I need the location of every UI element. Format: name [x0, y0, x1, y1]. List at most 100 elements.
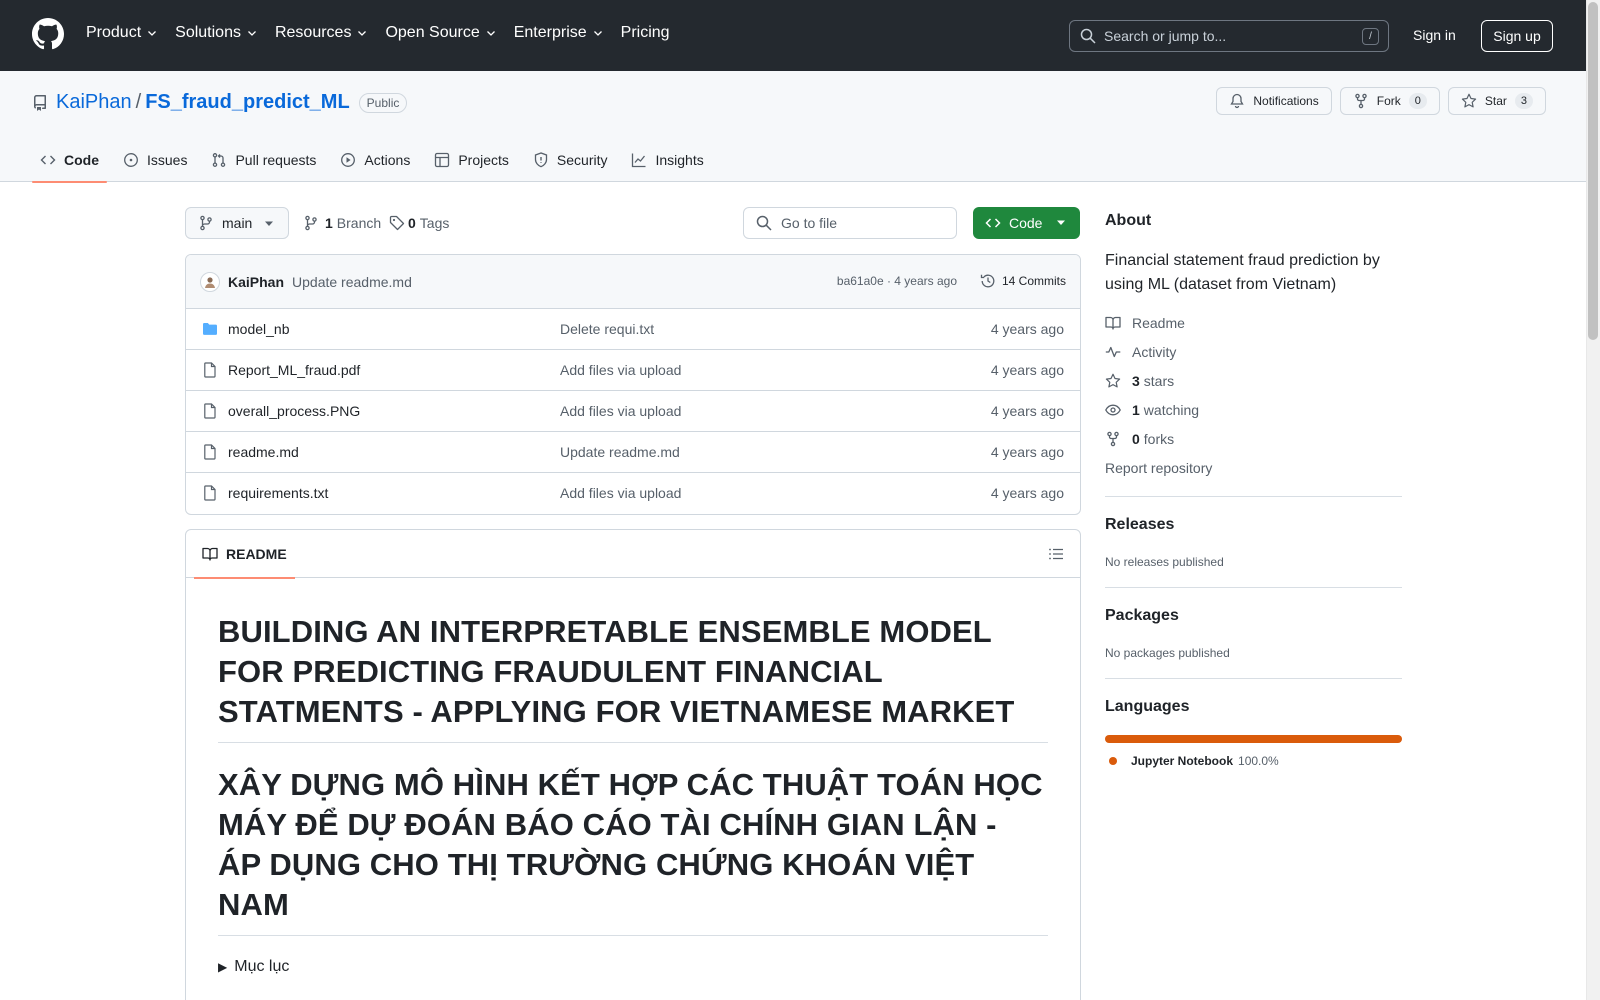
forks-label: forks [1143, 431, 1175, 447]
file-name-link[interactable]: readme.md [228, 444, 299, 460]
sign-up-button[interactable]: Sign up [1481, 20, 1553, 52]
nav-product[interactable]: Product [86, 24, 158, 42]
file-commit-message-link[interactable]: Update readme.md [560, 444, 680, 460]
tab-issues[interactable]: Issues [115, 138, 195, 182]
disclosure-triangle-icon: ▶ [218, 960, 228, 974]
nav-solutions[interactable]: Solutions [175, 24, 258, 42]
file-icon [204, 485, 216, 501]
tab-code[interactable]: Code [32, 138, 107, 183]
details-summary: Mục lục [234, 958, 290, 975]
readme-tab[interactable]: README [194, 530, 295, 579]
commit-hash-and-age[interactable]: ba61a0e · 4 years ago [837, 274, 957, 288]
nav-pricing[interactable]: Pricing [621, 24, 670, 42]
branch-selector-button[interactable]: main [185, 207, 289, 239]
file-age: 4 years ago [990, 321, 1064, 337]
tab-security[interactable]: Security [525, 138, 616, 182]
chevron-down-icon [148, 31, 157, 36]
repo-icon [34, 94, 46, 111]
releases-heading[interactable]: Releases [1105, 516, 1174, 534]
tab-projects[interactable]: Projects [426, 138, 517, 182]
code-dropdown-button[interactable]: Code [973, 207, 1080, 239]
page-scrollbar[interactable] [1586, 0, 1600, 1000]
star-button[interactable]: Star 3 [1447, 87, 1546, 115]
table-row: readme.md Update readme.md 4 years ago [186, 432, 1080, 473]
forks-link[interactable]: 0 forks [1105, 431, 1174, 447]
tags-link[interactable]: 0 Tags [389, 215, 449, 231]
latest-commit-bar: KaiPhan Update readme.md ba61a0e · 4 yea… [186, 255, 1080, 309]
readme-link[interactable]: Readme [1105, 315, 1185, 331]
star-label: Star [1484, 94, 1507, 108]
nav-enterprise[interactable]: Enterprise [514, 24, 604, 42]
issue-icon [124, 153, 138, 167]
history-icon [980, 274, 995, 288]
tag-label: Tags [419, 215, 450, 231]
star-icon [1461, 93, 1477, 108]
table-row: requirements.txt Add files via upload 4 … [186, 473, 1080, 514]
repo-title: KaiPhan / FS_fraud_predict_ML Public [32, 91, 408, 114]
code-icon [985, 218, 1001, 228]
file-name-link[interactable]: model_nb [228, 321, 290, 337]
star-icon [1105, 373, 1121, 388]
git-branch-icon [200, 215, 212, 231]
file-name-link[interactable]: requirements.txt [228, 485, 328, 501]
file-icon [204, 362, 216, 378]
star-count: 3 [1514, 93, 1533, 109]
scrollbar-thumb[interactable] [1588, 2, 1598, 340]
fork-icon [1107, 431, 1119, 447]
branch-label: Branch [336, 215, 382, 231]
tag-count: 0 [408, 215, 416, 231]
repo-owner-link[interactable]: KaiPhan [56, 91, 132, 114]
file-commit-message-link[interactable]: Add files via upload [560, 403, 681, 419]
packages-heading[interactable]: Packages [1105, 607, 1179, 625]
file-commit-message-link[interactable]: Add files via upload [560, 362, 681, 378]
activity-link[interactable]: Activity [1105, 344, 1176, 360]
pull-request-icon [213, 153, 226, 167]
list-unordered-icon[interactable] [1048, 546, 1064, 562]
table-of-contents-toggle[interactable]: ▶ Mục lục [218, 958, 1048, 976]
readme-heading-english: BUILDING AN INTERPRETABLE ENSEMBLE MODEL… [218, 612, 1048, 743]
nav-resources[interactable]: Resources [275, 24, 368, 42]
table-row: Report_ML_fraud.pdf Add files via upload… [186, 350, 1080, 391]
fork-button[interactable]: Fork 0 [1339, 87, 1440, 115]
commit-message-link[interactable]: Update readme.md [292, 274, 412, 290]
github-logo-icon[interactable] [32, 18, 64, 50]
language-item[interactable]: Jupyter Notebook 100.0% [1109, 754, 1279, 768]
repo-description: Financial statement fraud prediction by … [1105, 252, 1380, 293]
repo-header: KaiPhan / FS_fraud_predict_ML Public Not… [0, 71, 1586, 183]
tab-actions[interactable]: Actions [332, 138, 418, 182]
commits-history-link[interactable]: 14 Commits [980, 273, 1066, 289]
readme-tabbar: README [186, 530, 1080, 579]
stargazers-link[interactable]: 3 stars [1105, 373, 1174, 389]
avatar[interactable] [200, 271, 220, 292]
repo-name-link[interactable]: FS_fraud_predict_ML [145, 91, 349, 114]
file-name-link[interactable]: overall_process.PNG [228, 403, 360, 419]
file-commit-message-link[interactable]: Add files via upload [560, 485, 681, 501]
sidebar-divider [1105, 678, 1402, 679]
go-to-file-input[interactable]: Go to file [743, 207, 957, 239]
packages-empty-text: No packages published [1105, 646, 1230, 660]
stars-label: stars [1143, 373, 1175, 389]
tab-label: Projects [458, 152, 509, 168]
tab-insights[interactable]: Insights [623, 138, 711, 182]
notifications-button[interactable]: Notifications [1216, 87, 1332, 115]
branch-name: main [222, 215, 253, 231]
table-icon [435, 152, 450, 168]
tab-pull-requests[interactable]: Pull requests [203, 138, 324, 182]
sign-in-link[interactable]: Sign in [1413, 27, 1456, 43]
caret-down-icon [265, 221, 273, 226]
table-row: overall_process.PNG Add files via upload… [186, 391, 1080, 432]
file-name-link[interactable]: Report_ML_fraud.pdf [228, 362, 360, 378]
book-icon [202, 547, 218, 561]
global-search-input[interactable]: Search or jump to... / [1069, 20, 1389, 52]
go-to-file-placeholder: Go to file [781, 215, 838, 231]
report-repository-link[interactable]: Report repository [1105, 460, 1212, 476]
sidebar-divider [1105, 496, 1402, 497]
nav-open-source[interactable]: Open Source [385, 24, 496, 42]
watchers-link[interactable]: 1 watching [1105, 402, 1199, 418]
commit-author-link[interactable]: KaiPhan [228, 274, 284, 290]
about-heading: About [1105, 212, 1152, 229]
branch-count: 1 [325, 215, 333, 231]
file-commit-message-link[interactable]: Delete requi.txt [560, 321, 654, 337]
branches-link[interactable]: 1 Branch [303, 215, 381, 231]
watching-count: 1 [1132, 402, 1140, 418]
